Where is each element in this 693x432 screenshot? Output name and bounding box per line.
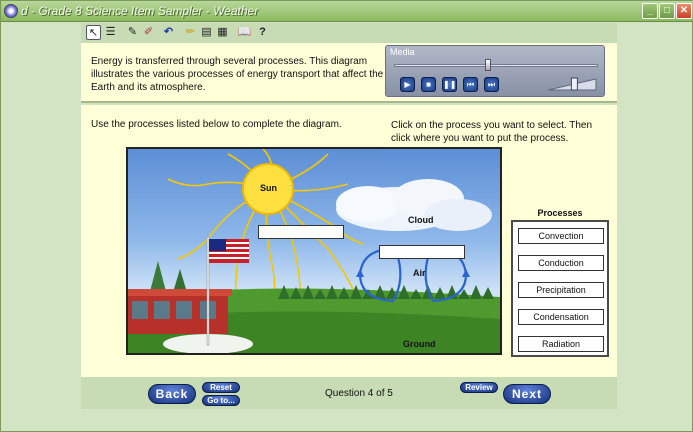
goto-button[interactable]: Go to... — [202, 395, 240, 406]
cloud-label: Cloud — [408, 215, 434, 225]
processes-title: Processes — [537, 208, 583, 218]
process-precipitation[interactable]: Precipitation — [518, 282, 604, 298]
media-player: Media ▶ ■ ❚❚ ⏮ ⏭ — [385, 45, 605, 97]
convection-drop-target[interactable] — [379, 245, 465, 259]
volume-slider[interactable] — [546, 77, 598, 91]
ground-label: Ground — [403, 339, 436, 349]
pen-icon: ✎ — [127, 26, 138, 38]
eraser-icon: ✐ — [143, 26, 154, 38]
processes-list: Convection Conduction Precipitation Cond… — [511, 220, 609, 357]
app-icon — [4, 4, 18, 18]
book-icon: 📖 — [237, 26, 252, 38]
pointer-icon: ↖ — [88, 27, 99, 39]
help-icon: ? — [259, 26, 266, 38]
flag — [209, 239, 249, 263]
close-button[interactable]: ✕ — [676, 3, 692, 19]
volume-thumb[interactable] — [570, 77, 578, 91]
energy-diagram: Sun Cloud Air Ground — [126, 147, 502, 355]
pointer-tool[interactable]: ↖ — [86, 25, 101, 40]
list-tool[interactable]: ☰ — [103, 25, 118, 40]
undo-icon: ↶ — [163, 26, 174, 38]
next-button[interactable]: Next — [503, 384, 551, 404]
minimize-button[interactable]: _ — [642, 3, 658, 19]
rewind-button[interactable]: ⏮ — [463, 77, 478, 92]
media-progress-track[interactable] — [394, 64, 598, 67]
review-button[interactable]: Review — [460, 382, 498, 393]
highlighter-icon: ✏ — [185, 26, 196, 38]
pen-tool[interactable]: ✎ — [125, 25, 140, 40]
highlighter-tool[interactable]: ✏ — [183, 25, 198, 40]
eraser-tool[interactable]: ✐ — [141, 25, 156, 40]
window-title: d - Grade 8 Science Item Sampler - Weath… — [21, 4, 259, 18]
air-label: Air — [413, 268, 426, 278]
notepad-tool[interactable]: ▤ — [199, 25, 214, 40]
title-bar: d - Grade 8 Science Item Sampler - Weath… — [1, 1, 693, 22]
process-radiation[interactable]: Radiation — [518, 336, 604, 352]
help-tool[interactable]: ? — [255, 25, 270, 40]
calculator-tool[interactable]: ▦ — [215, 25, 230, 40]
rewind-icon: ⏮ — [466, 80, 475, 89]
media-title: Media — [390, 47, 415, 57]
sun-label: Sun — [260, 183, 277, 193]
calculator-icon: ▦ — [217, 26, 228, 38]
play-icon: ▶ — [404, 80, 411, 89]
process-condensation[interactable]: Condensation — [518, 309, 604, 325]
back-button[interactable]: Back — [148, 384, 196, 404]
notepad-icon: ▤ — [201, 26, 212, 38]
close-icon: ✕ — [679, 5, 689, 16]
selection-instruction-text: Click on the process you want to select.… — [391, 120, 593, 144]
stop-button[interactable]: ■ — [421, 77, 436, 92]
minimize-icon: _ — [647, 5, 653, 16]
process-conduction[interactable]: Conduction — [518, 255, 604, 271]
forward-button[interactable]: ⏭ — [484, 77, 499, 92]
toolbar: ↖ ☰ ✎ ✐ ↶ ✏ ▤ ▦ 📖 ? — [81, 23, 617, 43]
app-window: d - Grade 8 Science Item Sampler - Weath… — [0, 0, 693, 432]
media-progress-thumb[interactable] — [484, 59, 491, 71]
book-tool[interactable]: 📖 — [237, 25, 252, 40]
processes-panel-area: Processes Convection Conduction Precipit… — [511, 206, 613, 357]
pause-button[interactable]: ❚❚ — [442, 77, 457, 92]
forward-icon: ⏭ — [487, 80, 496, 89]
instruction-text: Use the processes listed below to comple… — [91, 119, 342, 130]
process-convection[interactable]: Convection — [518, 228, 604, 244]
play-button[interactable]: ▶ — [400, 77, 415, 92]
intro-text: Energy is transferred through several pr… — [91, 56, 384, 93]
stop-icon: ■ — [426, 80, 431, 89]
maximize-button[interactable]: □ — [659, 3, 675, 19]
question-counter: Question 4 of 5 — [325, 388, 393, 399]
list-icon: ☰ — [105, 26, 116, 38]
radiation-drop-target[interactable] — [258, 225, 344, 239]
info-panel: Energy is transferred through several pr… — [81, 43, 617, 103]
maximize-icon: □ — [663, 5, 671, 16]
pause-icon: ❚❚ — [443, 80, 457, 89]
navigation-bar: Back Reset Go to... Question 4 of 5 Revi… — [81, 377, 617, 409]
undo-tool[interactable]: ↶ — [161, 25, 176, 40]
reset-button[interactable]: Reset — [202, 382, 240, 393]
